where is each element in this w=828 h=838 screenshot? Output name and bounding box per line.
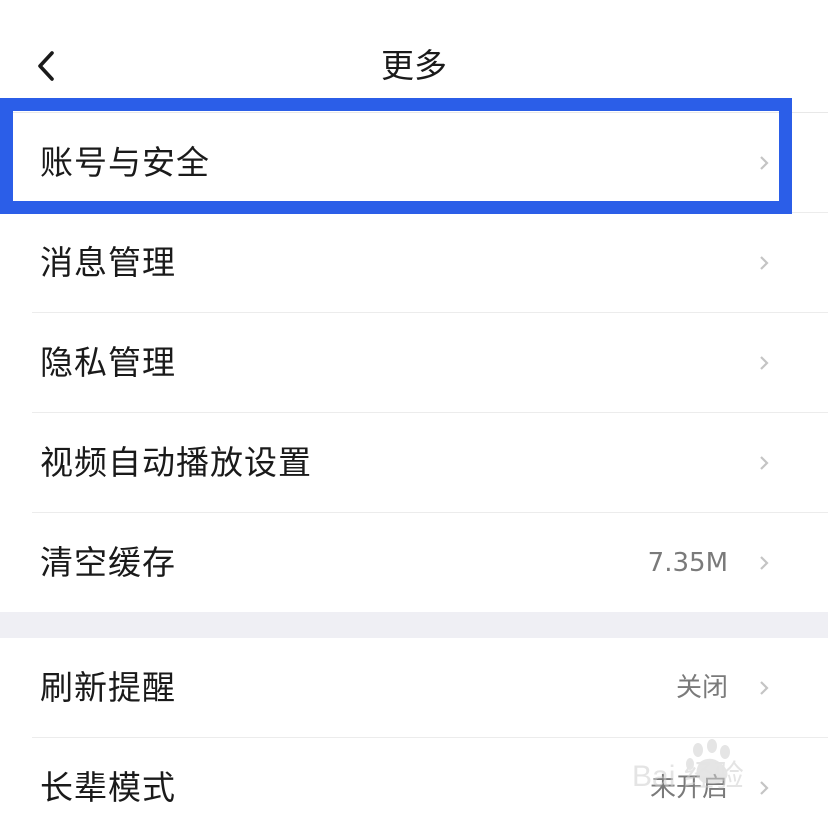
settings-row-privacy-management[interactable]: 隐私管理: [0, 313, 828, 413]
settings-group-2: 刷新提醒 关闭 长辈模式 未开启: [0, 638, 828, 838]
row-label: 刷新提醒: [40, 668, 176, 707]
group-divider: [0, 612, 828, 638]
row-label: 清空缓存: [40, 543, 176, 582]
settings-row-elder-mode[interactable]: 长辈模式 未开启: [0, 738, 828, 838]
chevron-right-icon: [760, 156, 769, 170]
settings-row-video-autoplay[interactable]: 视频自动播放设置: [0, 413, 828, 513]
settings-group-1: 账号与安全 消息管理 隐私管理 视频自动播放设置 清空缓存 7.35M: [0, 113, 828, 613]
settings-row-account-security[interactable]: 账号与安全: [0, 113, 828, 213]
elder-mode-value: 未开启: [649, 773, 728, 803]
nav-bar: 更多: [0, 0, 828, 113]
row-label: 消息管理: [40, 243, 176, 282]
row-label: 长辈模式: [40, 768, 176, 807]
row-label: 隐私管理: [40, 343, 176, 382]
row-label: 视频自动播放设置: [40, 443, 312, 482]
chevron-right-icon: [760, 681, 769, 695]
row-label: 账号与安全: [40, 143, 210, 182]
page-title: 更多: [381, 46, 447, 85]
refresh-reminder-value: 关闭: [675, 673, 728, 703]
cache-size-value: 7.35M: [647, 548, 728, 578]
settings-row-clear-cache[interactable]: 清空缓存 7.35M: [0, 513, 828, 613]
chevron-right-icon: [760, 556, 769, 570]
chevron-right-icon: [760, 456, 769, 470]
settings-row-refresh-reminder[interactable]: 刷新提醒 关闭: [0, 638, 828, 738]
chevron-right-icon: [760, 356, 769, 370]
chevron-right-icon: [760, 256, 769, 270]
chevron-right-icon: [760, 781, 769, 795]
settings-row-message-management[interactable]: 消息管理: [0, 213, 828, 313]
